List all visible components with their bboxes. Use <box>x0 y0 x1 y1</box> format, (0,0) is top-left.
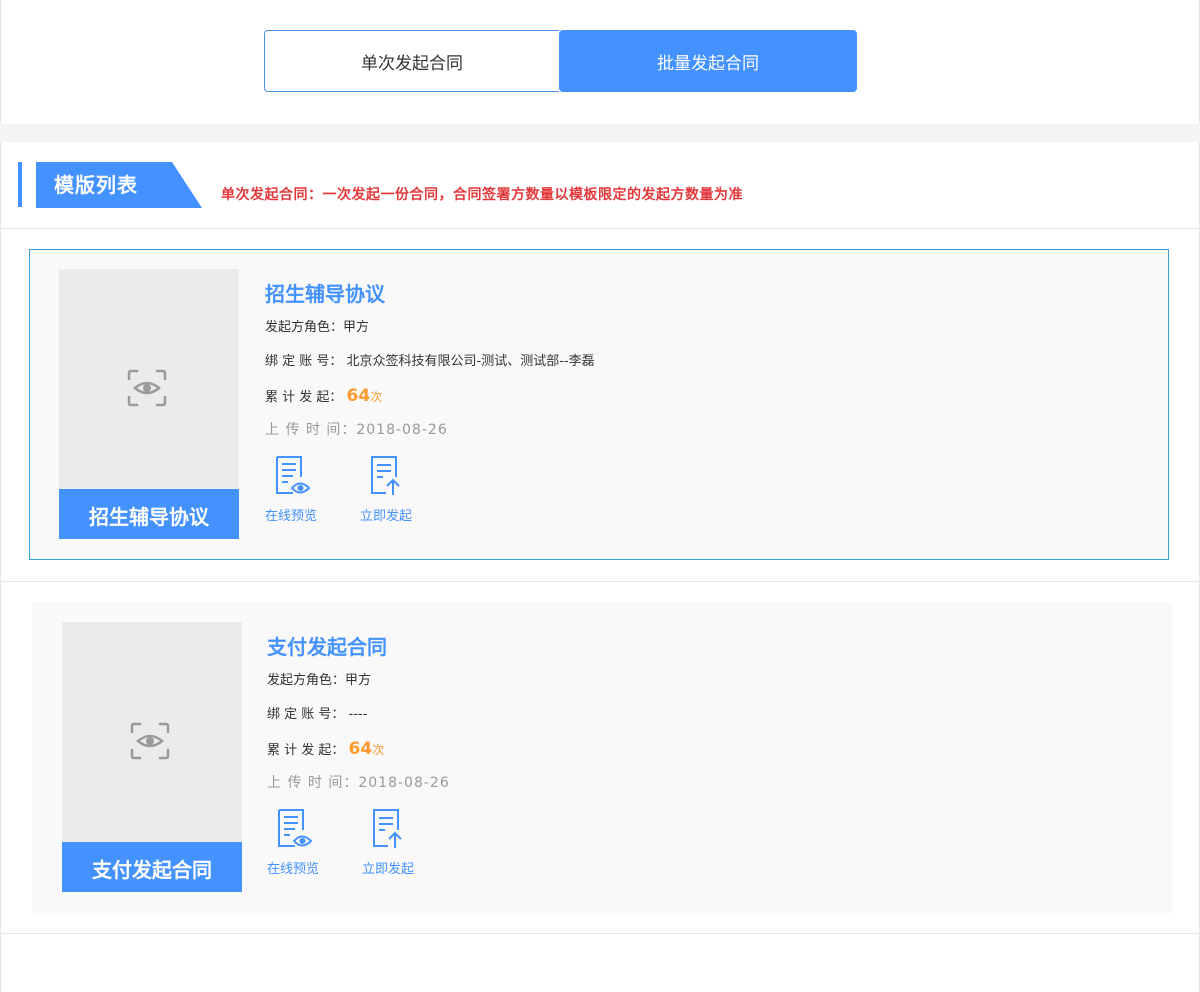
template-info: 支付发起合同 发起方角色：甲方 绑 定 账 号： ---- 累 计 发 起： 6… <box>267 632 457 877</box>
initiate-button[interactable]: 立即发起 <box>360 455 455 524</box>
initiator-role-label: 发起方角色： <box>267 673 346 688</box>
initiate-label: 立即发起 <box>360 509 413 524</box>
template-thumbnail[interactable]: 招生辅导协议 <box>59 269 239 539</box>
upload-time-line: 上 传 时 间：2018-08-26 <box>267 766 457 800</box>
upload-time-label: 上 传 时 间： <box>265 422 357 438</box>
template-row: 支付发起合同 支付发起合同 发起方角色：甲方 绑 定 账 号： ---- 累 计… <box>1 582 1199 934</box>
preview-button[interactable]: 在线预览 <box>265 455 360 524</box>
upload-time-label: 上 传 时 间： <box>267 775 359 791</box>
template-name[interactable]: 招生辅导协议 <box>265 279 595 309</box>
section-accent-bar <box>18 162 22 207</box>
initiator-role-value: 甲方 <box>343 320 370 335</box>
template-row: 招生辅导协议 招生辅导协议 发起方角色：甲方 绑 定 账 号： 北京众签科技有限… <box>1 229 1199 582</box>
bound-account-label: 绑 定 账 号： <box>265 354 343 369</box>
thumbnail-caption: 支付发起合同 <box>62 842 242 892</box>
template-actions: 在线预览 立即发起 <box>267 808 457 877</box>
total-initiated-value: 64 <box>348 739 373 759</box>
initiator-role-label: 发起方角色： <box>265 320 344 335</box>
upload-time-value: 2018-08-26 <box>358 775 450 791</box>
single-contract-button[interactable]: 单次发起合同 <box>264 30 559 92</box>
bound-account-line: 绑 定 账 号： 北京众签科技有限公司-测试、测试部--李磊 <box>265 345 595 379</box>
mode-panel: 单次发起合同 批量发起合同 <box>0 0 1200 124</box>
initiator-role-line: 发起方角色：甲方 <box>267 664 457 698</box>
bound-account-label: 绑 定 账 号： <box>267 707 345 722</box>
template-list-panel: 模版列表 单次发起合同：一次发起一份合同，合同签署方数量以模板限定的发起方数量为… <box>0 142 1200 992</box>
eye-icon <box>127 369 167 407</box>
bound-account-line: 绑 定 账 号： ---- <box>267 698 457 732</box>
template-thumbnail[interactable]: 支付发起合同 <box>62 622 242 892</box>
total-initiated-value: 64 <box>346 386 371 406</box>
preview-button[interactable]: 在线预览 <box>267 808 362 877</box>
section-title: 模版列表 <box>54 173 138 197</box>
times-unit: 次 <box>372 743 385 757</box>
document-upload-icon <box>373 809 402 848</box>
thumbnail-caption: 招生辅导协议 <box>59 489 239 539</box>
upload-time-value: 2018-08-26 <box>356 422 448 438</box>
bound-account-value: 北京众签科技有限公司-测试、测试部--李磊 <box>346 354 595 369</box>
total-initiated-line: 累 计 发 起： 64次 <box>265 379 595 413</box>
bound-account-value: ---- <box>348 707 368 722</box>
section-header: 模版列表 单次发起合同：一次发起一份合同，合同签署方数量以模板限定的发起方数量为… <box>1 142 1199 229</box>
preview-label: 在线预览 <box>267 862 320 877</box>
initiator-role-line: 发起方角色：甲方 <box>265 311 595 345</box>
mode-toggle: 单次发起合同 批量发起合同 <box>264 30 857 92</box>
template-info: 招生辅导协议 发起方角色：甲方 绑 定 账 号： 北京众签科技有限公司-测试、测… <box>265 279 595 524</box>
times-unit: 次 <box>370 390 383 404</box>
template-name[interactable]: 支付发起合同 <box>267 632 457 662</box>
template-card[interactable]: 支付发起合同 支付发起合同 发起方角色：甲方 绑 定 账 号： ---- 累 计… <box>32 602 1172 913</box>
document-preview-icon <box>278 809 313 847</box>
section-notice: 单次发起合同：一次发起一份合同，合同签署方数量以模板限定的发起方数量为准 <box>221 187 743 203</box>
batch-contract-button[interactable]: 批量发起合同 <box>559 30 857 92</box>
document-preview-icon <box>276 456 311 494</box>
template-actions: 在线预览 立即发起 <box>265 455 595 524</box>
eye-icon <box>130 722 170 760</box>
preview-label: 在线预览 <box>265 509 318 524</box>
section-title-tag: 模版列表 <box>36 162 202 208</box>
initiator-role-value: 甲方 <box>345 673 372 688</box>
total-initiated-label: 累 计 发 起： <box>265 390 343 405</box>
initiate-button[interactable]: 立即发起 <box>362 808 457 877</box>
initiate-label: 立即发起 <box>362 862 415 877</box>
upload-time-line: 上 传 时 间：2018-08-26 <box>265 413 595 447</box>
template-card[interactable]: 招生辅导协议 招生辅导协议 发起方角色：甲方 绑 定 账 号： 北京众签科技有限… <box>29 249 1169 560</box>
total-initiated-label: 累 计 发 起： <box>267 743 345 758</box>
total-initiated-line: 累 计 发 起： 64次 <box>267 732 457 766</box>
document-upload-icon <box>371 456 400 495</box>
